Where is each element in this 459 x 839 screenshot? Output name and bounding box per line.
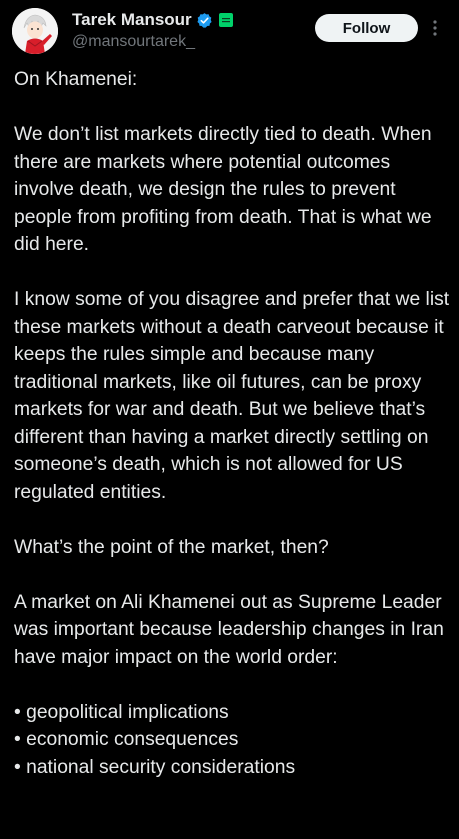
avatar-image <box>12 8 58 54</box>
tweet-header: Tarek Mansour @mansourtarek_ Follow <box>0 0 459 62</box>
author-display-name[interactable]: Tarek Mansour <box>72 10 192 30</box>
author-name-row: Tarek Mansour <box>72 10 233 30</box>
follow-button[interactable]: Follow <box>315 14 418 42</box>
bullet-list: • geopolitical implications • economic c… <box>14 699 454 782</box>
tweet-paragraph: We don’t list markets directly tied to d… <box>14 124 432 255</box>
avatar[interactable] <box>12 8 58 54</box>
author-handle[interactable]: @mansourtarek_ <box>72 33 195 51</box>
tweet-text: On Khamenei: We don’t list markets direc… <box>14 66 454 781</box>
tweet-paragraph: A market on Ali Khamenei out as Supreme … <box>14 591 444 668</box>
bullet-item: • national security considerations <box>14 756 296 778</box>
tweet-paragraph: I know some of you disagree and prefer t… <box>14 289 450 503</box>
verified-badge-icon[interactable] <box>196 12 213 29</box>
tweet-paragraph: What’s the point of the market, then? <box>14 536 329 558</box>
more-options-icon[interactable] <box>428 16 442 40</box>
bullet-item: • economic consequences <box>14 729 239 750</box>
tweet-paragraph: On Khamenei: <box>14 69 138 90</box>
affiliate-badge-icon[interactable] <box>218 13 233 27</box>
bullet-item: • geopolitical implications <box>14 701 229 723</box>
